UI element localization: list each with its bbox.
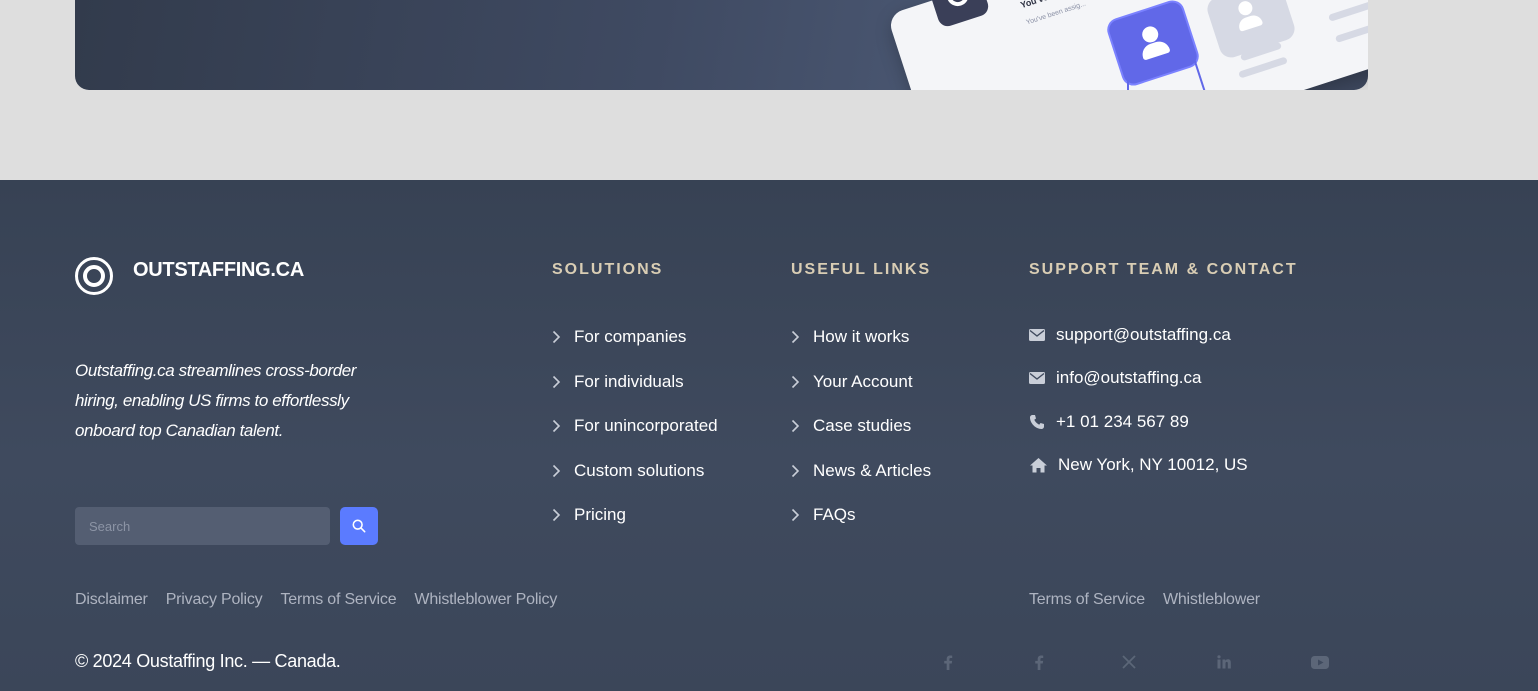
contact-email-info[interactable]: info@outstaffing.ca (1029, 357, 1298, 401)
solutions-link-custom[interactable]: Custom solutions (552, 449, 718, 494)
solutions-link-pricing[interactable]: Pricing (552, 493, 718, 538)
chevron-right-icon (791, 375, 805, 389)
facebook-icon (1035, 654, 1044, 670)
linkedin-link[interactable] (1215, 653, 1233, 671)
double-ring-logo-icon (75, 257, 113, 295)
useful-link-faqs[interactable]: FAQs (791, 493, 931, 538)
search-icon (352, 519, 366, 533)
linkedin-icon (1217, 655, 1231, 669)
whistleblower-link[interactable]: Whistleblower (1163, 591, 1260, 609)
envelope-icon (1029, 328, 1047, 341)
link-label: For individuals (574, 371, 684, 391)
footer-brand[interactable]: OUTSTAFFING.CA (75, 257, 304, 295)
banner-mask (1368, 0, 1538, 90)
useful-link-case-studies[interactable]: Case studies (791, 404, 931, 449)
link-label: Your Account (813, 371, 913, 391)
top-section: You've You've been assig... (0, 0, 1538, 206)
chevron-right-icon (791, 330, 805, 344)
contact-address: New York, NY 10012, US (1029, 444, 1298, 488)
brand-name: OUTSTAFFING.CA (133, 258, 304, 281)
solutions-link-individuals[interactable]: For individuals (552, 360, 718, 405)
facebook-icon (944, 654, 953, 670)
contact-column: SUPPORT TEAM & CONTACT support@outstaffi… (1029, 261, 1298, 487)
solutions-heading: SOLUTIONS (552, 261, 664, 278)
contact-heading: SUPPORT TEAM & CONTACT (1029, 261, 1298, 278)
youtube-link[interactable] (1311, 653, 1329, 671)
copyright-text: © 2024 Oustaffing Inc. — Canada. (75, 651, 341, 671)
phone-icon (1029, 414, 1047, 430)
banner-mask (0, 90, 1538, 180)
chevron-right-icon (552, 330, 566, 344)
chevron-right-icon (791, 508, 805, 522)
site-footer: OUTSTAFFING.CA Outstaffing.ca streamline… (0, 180, 1538, 691)
link-label: Pricing (574, 505, 626, 525)
privacy-policy-link[interactable]: Privacy Policy (166, 591, 263, 609)
chevron-right-icon (552, 508, 566, 522)
legal-links-left: Disclaimer Privacy Policy Terms of Servi… (75, 591, 575, 609)
solutions-link-companies[interactable]: For companies (552, 315, 718, 360)
facebook-link[interactable] (939, 653, 957, 671)
whistleblower-policy-link[interactable]: Whistleblower Policy (414, 591, 557, 609)
search-button[interactable] (340, 507, 378, 545)
contact-text: support@outstaffing.ca (1056, 324, 1231, 344)
legal-links-right: Terms of Service Whistleblower (1029, 591, 1278, 609)
contact-email-support[interactable]: support@outstaffing.ca (1029, 313, 1298, 357)
footer-tagline: Outstaffing.ca streamlines cross-border … (75, 361, 357, 440)
youtube-icon (1311, 655, 1329, 669)
link-label: For companies (574, 327, 687, 347)
footer-search (75, 507, 378, 545)
facebook-link-2[interactable] (1030, 653, 1048, 671)
contact-text: info@outstaffing.ca (1056, 368, 1202, 388)
x-twitter-link[interactable] (1120, 653, 1138, 671)
search-input[interactable] (75, 507, 330, 545)
link-label: How it works (813, 327, 910, 347)
contact-text: +1 01 234 567 89 (1056, 411, 1189, 431)
chevron-right-icon (552, 464, 566, 478)
link-label: Case studies (813, 416, 912, 436)
chevron-right-icon (791, 464, 805, 478)
useful-links-heading: USEFUL LINKS (791, 261, 932, 278)
useful-link-how-it-works[interactable]: How it works (791, 315, 931, 360)
useful-links-column: USEFUL LINKS How it works Your Account C… (791, 261, 931, 538)
chevron-right-icon (791, 419, 805, 433)
solutions-column: SOLUTIONS For companies For individuals … (552, 261, 718, 538)
solutions-link-unincorporated[interactable]: For unincorporated (552, 404, 718, 449)
terms-of-service-link[interactable]: Terms of Service (280, 591, 396, 609)
link-label: Custom solutions (574, 460, 705, 480)
envelope-icon (1029, 372, 1047, 385)
disclaimer-link[interactable]: Disclaimer (75, 591, 148, 609)
useful-link-news[interactable]: News & Articles (791, 449, 931, 494)
x-twitter-icon (1122, 655, 1136, 669)
useful-link-account[interactable]: Your Account (791, 360, 931, 405)
terms-of-service-link-right[interactable]: Terms of Service (1029, 591, 1145, 609)
home-icon (1029, 457, 1049, 473)
link-label: For unincorporated (574, 416, 718, 436)
chevron-right-icon (552, 419, 566, 433)
contact-phone[interactable]: +1 01 234 567 89 (1029, 400, 1298, 444)
link-label: FAQs (813, 505, 856, 525)
link-label: News & Articles (813, 460, 932, 480)
contact-text: New York, NY 10012, US (1058, 455, 1248, 475)
chevron-right-icon (552, 375, 566, 389)
